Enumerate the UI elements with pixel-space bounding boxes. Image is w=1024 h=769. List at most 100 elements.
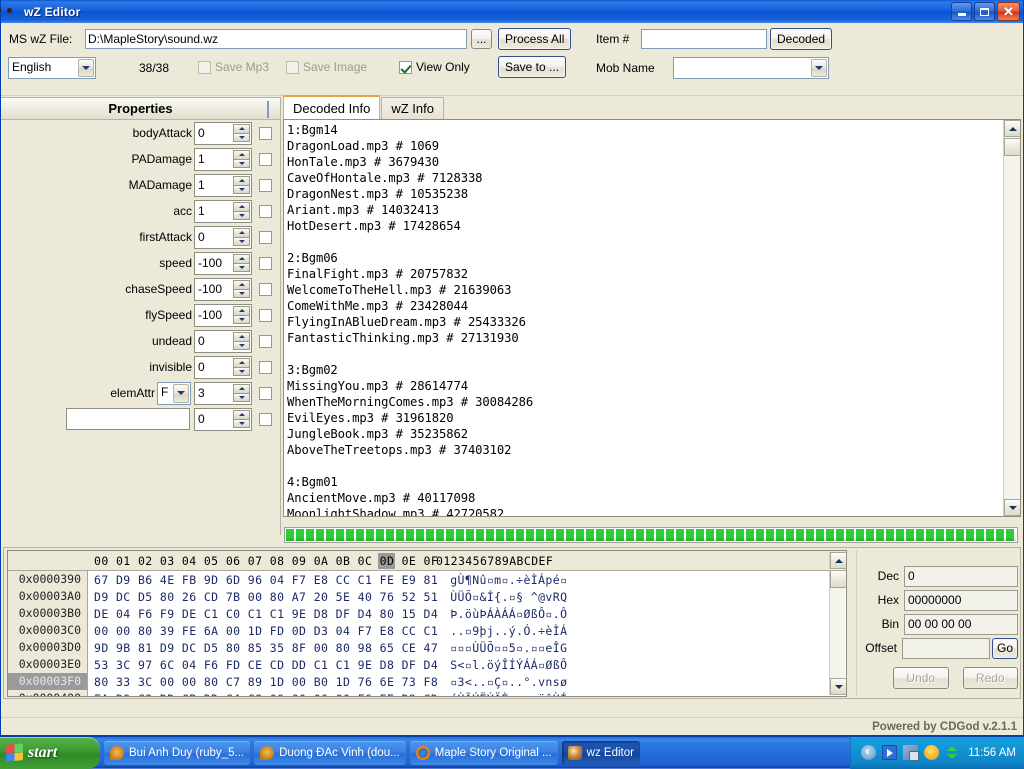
hex-bytes[interactable]: DE 04 F6 F9 DE C1 C0 C1 C1 9E D8 DF D4 8…	[88, 607, 438, 621]
spinner-buttons[interactable]	[233, 384, 250, 403]
spinner-up-icon[interactable]	[233, 202, 250, 211]
spinner-buttons[interactable]	[233, 358, 250, 377]
properties-header-checkbox[interactable]	[267, 102, 269, 117]
hex-bytes[interactable]: 80 33 3C 00 00 80 C7 89 1D 00 B0 1D 76 6…	[88, 675, 438, 689]
decoded-scrollbar[interactable]	[1003, 120, 1020, 516]
decoded-scrollbar-thumb[interactable]	[1004, 138, 1021, 156]
hex-row[interactable]: 0x00003C000 00 80 39 FE 6A 00 1D FD 0D D…	[8, 622, 846, 639]
spinner-buttons[interactable]	[233, 228, 250, 247]
hex-ascii[interactable]: ▫▫▫ÙÜÕ▫▫5▫.▫▫eÎG	[438, 641, 567, 655]
hex-ascii[interactable]: Þ.öùÞÁÀÁÁ▫ØßÔ▫.Ô	[438, 607, 567, 621]
hex-input[interactable]	[904, 590, 1018, 611]
spinner-down-icon[interactable]	[233, 367, 250, 376]
taskbar-item[interactable]: Duong ĐAc Vinh (dou...	[254, 741, 406, 765]
scroll-up-icon[interactable]	[1004, 120, 1021, 137]
property-checkbox[interactable]	[259, 283, 272, 296]
taskbar-item[interactable]: Bui Anh Duy (ruby_5...	[104, 741, 250, 765]
hex-row[interactable]: 0x00003E053 3C 97 6C 04 F6 FD CE CD DD C…	[8, 656, 846, 673]
clock[interactable]: 11:56 AM	[968, 747, 1016, 759]
save-to-button[interactable]: Save to ...	[498, 56, 566, 78]
property-spinner[interactable]: -100	[194, 304, 252, 327]
hex-row[interactable]: 0x00003B0DE 04 F6 F9 DE C1 C0 C1 C1 9E D…	[8, 605, 846, 622]
spinner-buttons[interactable]	[233, 410, 250, 429]
save-mp3-checkbox[interactable]: Save Mp3	[198, 60, 269, 74]
property-spinner[interactable]: 3	[194, 382, 252, 405]
browse-button[interactable]: ...	[471, 29, 492, 49]
hex-ascii[interactable]: úÙÃÝËÝÄÈ....öîÙÍ	[438, 692, 567, 698]
property-spinner[interactable]: -100	[194, 278, 252, 301]
spinner-down-icon[interactable]	[233, 289, 250, 298]
hex-ascii[interactable]: ÙÜÕ▫&Í{.▫§ ^@vRQ	[438, 590, 567, 604]
hex-bytes[interactable]: 9D 9B 81 D9 DC D5 80 85 35 8F 00 80 98 6…	[88, 641, 438, 655]
start-button[interactable]: start	[0, 737, 100, 769]
hex-ascii[interactable]: ..▫9þj..ý.Ó.÷èÌÁ	[438, 624, 567, 638]
spinner-up-icon[interactable]	[233, 176, 250, 185]
hex-bytes[interactable]: 00 00 80 39 FE 6A 00 1D FD 0D D3 04 F7 E…	[88, 624, 438, 638]
property-spinner[interactable]: 1	[194, 174, 252, 197]
decoded-info-textarea[interactable]: 1:Bgm14 DragonLoad.mp3 # 1069 HonTale.mp…	[283, 119, 1021, 517]
ms-wz-file-input[interactable]	[85, 29, 467, 49]
mob-name-select[interactable]	[673, 57, 829, 79]
spinner-up-icon[interactable]	[233, 124, 250, 133]
property-spinner[interactable]: -100	[194, 252, 252, 275]
hex-bytes[interactable]: 53 3C 97 6C 04 F6 FD CE CD DD C1 C1 9E D…	[88, 658, 438, 672]
redo-button[interactable]: Redo	[963, 667, 1019, 689]
spinner-up-icon[interactable]	[233, 410, 250, 419]
spinner-down-icon[interactable]	[233, 211, 250, 220]
tab-wz-info[interactable]: wZ Info	[381, 97, 444, 119]
spinner-buttons[interactable]	[233, 254, 250, 273]
property-spinner[interactable]: 0	[194, 122, 252, 145]
property-spinner[interactable]: 1	[194, 148, 252, 171]
spinner-up-icon[interactable]	[233, 332, 250, 341]
property-spinner[interactable]: 0	[194, 356, 252, 379]
spinner-down-icon[interactable]	[233, 419, 250, 428]
taskbar-item[interactable]: wz Editor	[562, 741, 640, 765]
hex-ascii[interactable]: gÙ¶Nû▫m▫.÷èÌÁpé▫	[438, 573, 567, 587]
hex-scrollbar-thumb[interactable]	[830, 570, 847, 588]
view-only-checkbox[interactable]: View Only	[399, 60, 470, 74]
property-checkbox[interactable]	[259, 387, 272, 400]
spinner-buttons[interactable]	[233, 306, 250, 325]
hex-bytes[interactable]: FA D9 C3 DD CB DD C4 C8 00 00 06 00 F6 E…	[88, 692, 438, 698]
spinner-buttons[interactable]	[233, 176, 250, 195]
hex-scrollbar[interactable]	[829, 552, 845, 695]
hex-scroll-up-icon[interactable]	[830, 552, 847, 569]
property-checkbox[interactable]	[259, 231, 272, 244]
property-spinner[interactable]: 0	[194, 226, 252, 249]
property-checkbox[interactable]	[259, 205, 272, 218]
media-play-icon[interactable]	[882, 745, 897, 760]
spinner-buttons[interactable]	[233, 124, 250, 143]
bin-input[interactable]	[904, 614, 1018, 635]
property-checkbox[interactable]	[259, 335, 272, 348]
spinner-down-icon[interactable]	[233, 185, 250, 194]
hex-row[interactable]: 0x00003F080 33 3C 00 00 80 C7 89 1D 00 B…	[8, 673, 846, 690]
decoded-button[interactable]: Decoded	[770, 28, 832, 50]
hex-row[interactable]: 0x0000400FA D9 C3 DD CB DD C4 C8 00 00 0…	[8, 690, 846, 697]
hex-view[interactable]: 00 01 02 03 04 05 06 07 08 09 0A 0B 0C 0…	[7, 550, 847, 697]
spinner-down-icon[interactable]	[233, 263, 250, 272]
custom-property-name-input[interactable]	[66, 408, 190, 430]
hex-scroll-down-icon[interactable]	[830, 678, 847, 695]
tab-decoded-info[interactable]: Decoded Info	[283, 95, 380, 119]
property-checkbox[interactable]	[259, 257, 272, 270]
property-spinner[interactable]: 0	[194, 330, 252, 353]
property-checkbox[interactable]	[259, 361, 272, 374]
item-number-input[interactable]	[641, 29, 767, 49]
hex-bytes[interactable]: D9 DC D5 80 26 CD 7B 00 80 A7 20 5E 40 7…	[88, 590, 438, 604]
spinner-buttons[interactable]	[233, 150, 250, 169]
network-icon[interactable]	[903, 745, 918, 760]
property-checkbox[interactable]	[259, 127, 272, 140]
spinner-down-icon[interactable]	[233, 159, 250, 168]
spinner-up-icon[interactable]	[233, 254, 250, 263]
spinner-up-icon[interactable]	[233, 358, 250, 367]
spinner-down-icon[interactable]	[233, 315, 250, 324]
go-button[interactable]: Go	[992, 638, 1018, 659]
decoded-scrollbar-track[interactable]	[1004, 137, 1020, 499]
spinner-buttons[interactable]	[233, 202, 250, 221]
spinner-up-icon[interactable]	[233, 306, 250, 315]
undo-button[interactable]: Undo	[893, 667, 949, 689]
spinner-buttons[interactable]	[233, 332, 250, 351]
elem-attr-select[interactable]: F	[157, 382, 191, 405]
save-image-checkbox[interactable]: Save Image	[286, 60, 367, 74]
hex-row[interactable]: 0x000039067 D9 B6 4E FB 9D 6D 96 04 F7 E…	[8, 571, 846, 588]
